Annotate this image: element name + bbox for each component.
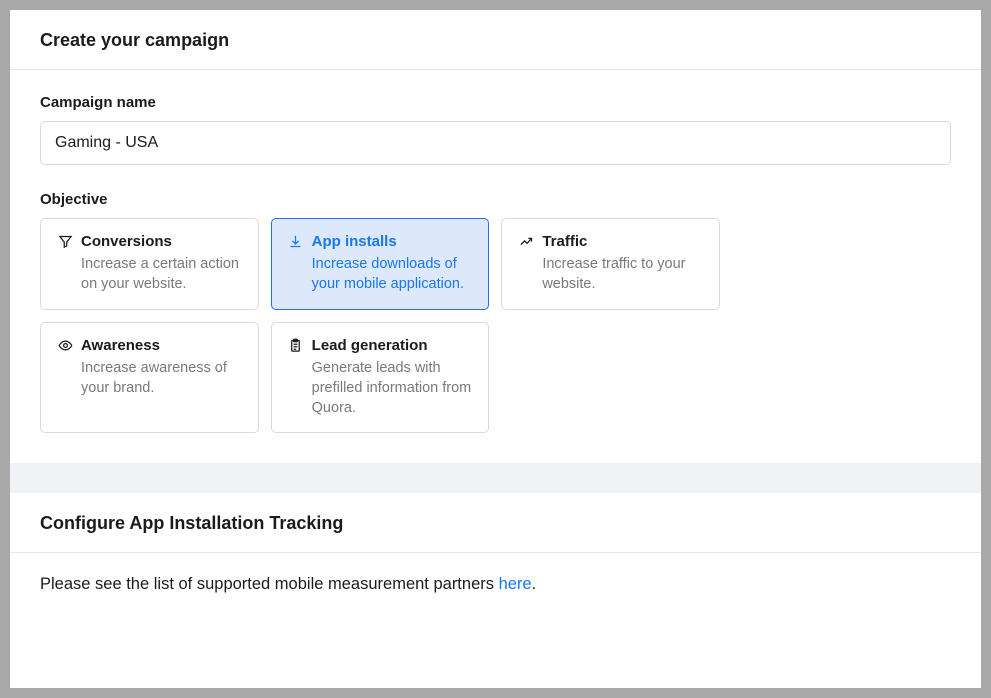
card-header: Lead generation (288, 337, 473, 354)
card-desc: Generate leads with prefilled informatio… (312, 358, 473, 419)
card-header: Traffic (518, 233, 703, 250)
card-desc: Increase awareness of your brand. (81, 358, 242, 399)
tracking-text-prefix: Please see the list of supported mobile … (40, 575, 499, 593)
section-gap (10, 463, 981, 493)
card-desc: Increase a certain action on your websit… (81, 254, 242, 295)
card-desc: Increase traffic to your website. (542, 254, 703, 295)
section-body: Campaign name Objective Conversions (10, 70, 981, 463)
funnel-icon (57, 234, 73, 250)
tracking-section: Configure App Installation Tracking Plea… (10, 493, 981, 616)
eye-icon (57, 337, 73, 353)
objective-label: Objective (40, 191, 951, 208)
card-header: Conversions (57, 233, 242, 250)
objective-section: Objective Conversions Increase a (40, 191, 951, 433)
objective-card-awareness[interactable]: Awareness Increase awareness of your bra… (40, 322, 259, 434)
card-title: Conversions (81, 233, 172, 250)
objective-card-app-installs[interactable]: App installs Increase downloads of your … (271, 218, 490, 310)
clipboard-icon (288, 337, 304, 353)
card-desc: Increase downloads of your mobile applic… (312, 254, 473, 295)
tracking-text-suffix: . (532, 575, 537, 593)
page-container: Create your campaign Campaign name Objec… (10, 10, 981, 688)
objective-grid: Conversions Increase a certain action on… (40, 218, 720, 433)
campaign-name-input[interactable] (40, 121, 951, 165)
tracking-body: Please see the list of supported mobile … (10, 553, 981, 616)
card-title: Awareness (81, 337, 160, 354)
section-header: Create your campaign (10, 10, 981, 69)
campaign-name-label: Campaign name (40, 94, 951, 111)
tracking-title: Configure App Installation Tracking (40, 513, 951, 534)
section-header: Configure App Installation Tracking (10, 493, 981, 552)
card-header: App installs (288, 233, 473, 250)
card-title: Lead generation (312, 337, 428, 354)
create-campaign-section: Create your campaign Campaign name Objec… (10, 10, 981, 463)
card-title: App installs (312, 233, 397, 250)
download-icon (288, 234, 304, 250)
objective-card-lead-generation[interactable]: Lead generation Generate leads with pref… (271, 322, 490, 434)
trend-icon (518, 234, 534, 250)
objective-card-conversions[interactable]: Conversions Increase a certain action on… (40, 218, 259, 310)
card-title: Traffic (542, 233, 587, 250)
partners-link[interactable]: here (499, 575, 532, 593)
objective-card-traffic[interactable]: Traffic Increase traffic to your website… (501, 218, 720, 310)
card-header: Awareness (57, 337, 242, 354)
create-campaign-title: Create your campaign (40, 30, 951, 51)
